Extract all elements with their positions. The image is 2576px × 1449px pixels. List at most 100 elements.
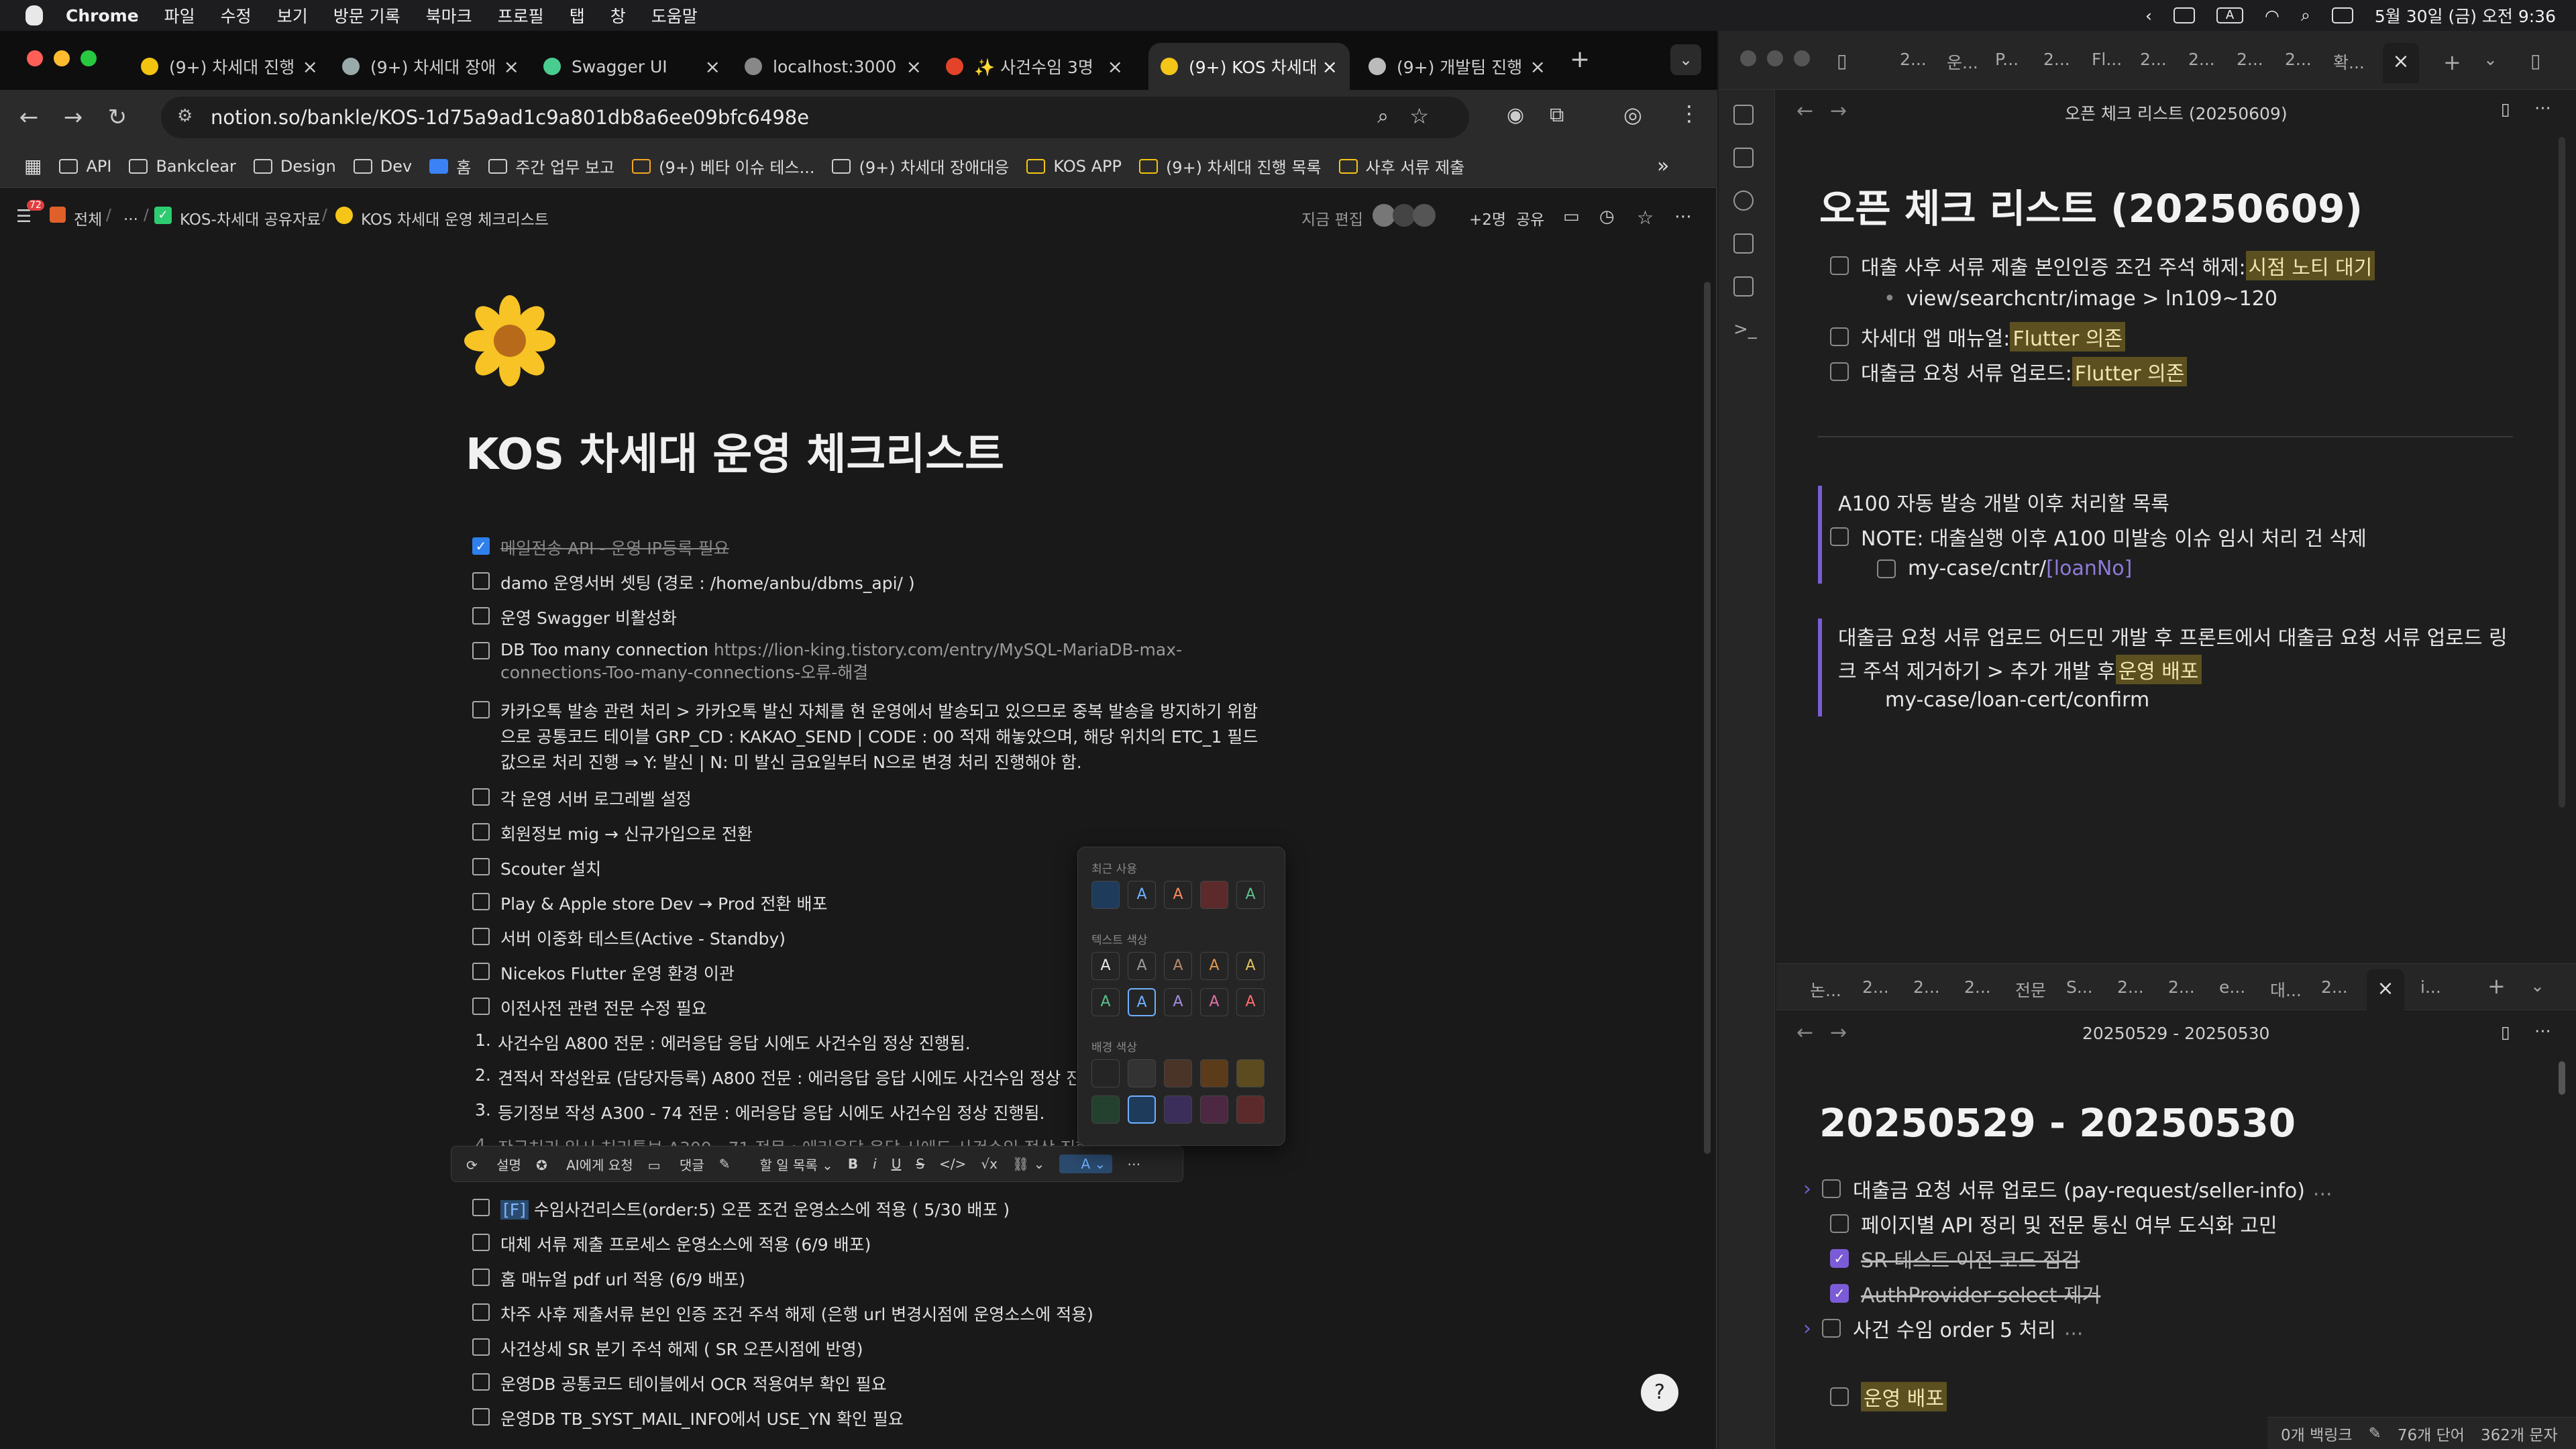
page-title[interactable]: KOS 차세대 운영 체크리스트 <box>466 420 1004 482</box>
breadcrumb-item[interactable]: 전체 <box>74 207 102 229</box>
obsidian-tab[interactable]: 2... <box>1964 977 1991 997</box>
task-item[interactable]: ✓ SR 테스트 이전 코드 점검 <box>1830 1244 2080 1273</box>
close-tab-icon[interactable]: × <box>1108 56 1123 78</box>
todo-item[interactable]: 홈 매뉴얼 pdf url 적용 (6/9 배포) <box>472 1267 745 1291</box>
close-tab-icon[interactable]: × <box>2367 969 2404 1011</box>
back-icon[interactable]: ← <box>1796 1021 1813 1044</box>
color-swatch[interactable] <box>1236 1095 1265 1124</box>
profile-icon[interactable]: ◎ <box>1623 102 1642 127</box>
open-quick-switcher-icon[interactable] <box>1733 105 1754 125</box>
avatar[interactable] <box>1413 204 1436 227</box>
explain-button[interactable]: ⟳ 설명 <box>466 1155 521 1174</box>
input-source-icon[interactable]: A <box>2216 7 2243 23</box>
color-swatch[interactable]: A <box>1200 952 1228 980</box>
calendar-icon[interactable] <box>1733 148 1754 168</box>
callout-text[interactable]: my-case/loan-cert/confirm <box>1885 688 2149 712</box>
scrollbar[interactable] <box>2559 137 2565 808</box>
external-link[interactable]: https://lion-king.tistory.com/entry/MySQ… <box>714 640 1182 659</box>
backlinks-count[interactable]: 0개 백링크 <box>2281 1422 2353 1445</box>
bookmark-link[interactable]: 주간 업무 보고 <box>488 154 614 178</box>
todo-item[interactable]: Nicekos Flutter 운영 환경 이관 <box>472 961 735 985</box>
zoom-icon[interactable]: ⌕ <box>1377 105 1389 128</box>
minimize-window-icon[interactable] <box>54 50 70 66</box>
checkbox-checked[interactable]: ✓ <box>1830 1249 1849 1268</box>
menu-item-file[interactable]: 파일 <box>164 3 195 28</box>
bookmark-link[interactable]: (9+) 차세대 장애대응 <box>832 154 1009 178</box>
apple-icon[interactable] <box>25 5 43 25</box>
graph-view-icon[interactable] <box>1733 191 1754 211</box>
todo-item[interactable]: 운영DB TB_SYST_MAIL_INFO에서 USE_YN 확인 필요 <box>472 1406 904 1430</box>
obsidian-tab[interactable]: P... <box>1995 50 2019 69</box>
search-icon[interactable]: ⌕ <box>2301 5 2310 25</box>
menu-item-profile[interactable]: 프로필 <box>498 3 544 28</box>
bookmark-star-icon[interactable]: ☆ <box>1409 103 1429 129</box>
edit-icon[interactable]: ✎ <box>719 1156 731 1172</box>
close-window-icon[interactable] <box>27 50 43 66</box>
obsidian-tab[interactable]: Fl... <box>2092 50 2122 69</box>
task-item[interactable]: 차세대 앱 매뉴얼: Flutter 의존 <box>1830 322 2126 352</box>
close-window-icon[interactable] <box>1740 50 1756 66</box>
chevron-down-icon[interactable]: ⌄ <box>2483 50 2498 69</box>
edit-mode-icon[interactable]: ✎ <box>2369 1425 2381 1442</box>
obsidian-tab[interactable]: 2... <box>2285 50 2312 69</box>
callout-text[interactable]: 대출금 요청 서류 업로드 어드민 개발 후 프론트에서 대출금 요청 서류 업… <box>1838 621 2508 651</box>
avatar[interactable] <box>1393 204 1415 227</box>
canvas-icon[interactable] <box>1733 233 1754 254</box>
scrollbar[interactable] <box>1704 282 1711 1154</box>
menu-item-history[interactable]: 방문 기록 <box>333 3 400 28</box>
close-tab-icon[interactable]: × <box>2383 43 2419 83</box>
todo-item[interactable]: damo 운영서버 셋팅 (경로 : /home/anbu/dbms_api/ … <box>472 570 915 594</box>
note-title[interactable]: 오픈 체크 리스트 (20250609) <box>1819 177 2363 233</box>
close-tab-icon[interactable]: × <box>1322 56 1338 78</box>
color-swatch[interactable] <box>1164 1059 1192 1087</box>
checkbox[interactable] <box>1830 362 1849 381</box>
extensions-icon[interactable]: ⧉ <box>1550 103 1564 127</box>
more-options-icon[interactable]: ⋯ <box>2534 98 2551 117</box>
obsidian-tab[interactable]: 2... <box>2117 977 2144 997</box>
browser-tab[interactable]: (9+) 차세대 진행 × <box>129 43 330 90</box>
flower-page-icon[interactable] <box>463 294 557 388</box>
close-tab-icon[interactable]: × <box>1530 56 1546 78</box>
browser-tab[interactable]: (9+) 개발팀 진행 × <box>1356 43 1558 90</box>
wifi-icon[interactable]: ◠ <box>2265 6 2279 25</box>
reload-icon[interactable]: ↻ <box>102 102 133 133</box>
color-swatch[interactable]: A <box>1128 952 1156 980</box>
apps-grid-icon[interactable]: ▦ <box>24 155 42 177</box>
checkbox[interactable] <box>472 998 490 1015</box>
numbered-item[interactable]: 1. 사건수임 A800 전문 : 에러응답 응답 시에도 사건수임 정상 진행됨… <box>472 1030 971 1055</box>
breadcrumb-current[interactable]: KOS 차세대 운영 체크리스트 <box>361 207 549 229</box>
zoom-window-icon[interactable] <box>1794 50 1810 66</box>
obsidian-tab[interactable]: 2... <box>1862 977 1889 997</box>
avatar[interactable] <box>1373 204 1395 227</box>
italic-button[interactable]: i <box>873 1156 877 1172</box>
history-icon[interactable]: ◷ <box>1599 207 1615 227</box>
numbered-item[interactable]: 3. 등기정보 작성 A300 - 74 전문 : 에러응답 응답 시에도 사건수… <box>472 1100 1044 1124</box>
reading-view-icon[interactable]: ▯ <box>2501 1022 2510 1042</box>
todo-item[interactable]: Scouter 설치 <box>472 856 601 880</box>
color-swatch[interactable]: A <box>1091 988 1120 1016</box>
turn-into-dropdown[interactable]: 할 일 목록 ⌄ <box>745 1155 833 1174</box>
menu-item-tab[interactable]: 탭 <box>570 3 585 28</box>
task-item[interactable]: NOTE: 대출실행 이후 A100 미발송 이슈 임시 처리 건 삭제 <box>1830 522 2367 551</box>
browser-tab[interactable]: (9+) 차세대 장애 × <box>330 43 531 90</box>
task-item[interactable]: 대출금 요청 서류 업로드: Flutter 의존 <box>1830 357 2188 386</box>
new-tab-icon[interactable]: + <box>2443 50 2461 75</box>
menu-item-view[interactable]: 보기 <box>277 3 308 28</box>
checkbox[interactable] <box>472 1373 490 1391</box>
text-color-button[interactable]: A ⌄ <box>1059 1155 1113 1173</box>
todo-item[interactable]: 사건상세 SR 분기 주석 해제 ( SR 오픈시점에 반영) <box>472 1336 863 1360</box>
obsidian-tab[interactable]: 확... <box>2333 50 2365 74</box>
todo-item[interactable]: 차주 사후 제출서류 본인 인증 조건 주석 해제 (은행 url 변경시점에 … <box>472 1301 1093 1326</box>
members-count[interactable]: +2명 <box>1469 207 1506 229</box>
terminal-icon[interactable]: >_ <box>1733 319 1757 339</box>
color-swatch[interactable]: A <box>1200 988 1228 1016</box>
checkbox[interactable] <box>1822 1319 1841 1338</box>
obsidian-tab[interactable]: 전문 <box>2015 977 2046 1002</box>
workspace-icon[interactable] <box>50 207 66 223</box>
obsidian-tab[interactable]: 2... <box>1913 977 1940 997</box>
close-tab-icon[interactable]: × <box>705 56 720 78</box>
task-item[interactable]: › 대출금 요청 서류 업로드 (pay-request/seller-info)… <box>1803 1174 2332 1203</box>
forward-icon[interactable]: → <box>1830 1021 1847 1044</box>
color-swatch[interactable] <box>1128 1059 1156 1087</box>
checkbox[interactable] <box>472 963 490 980</box>
